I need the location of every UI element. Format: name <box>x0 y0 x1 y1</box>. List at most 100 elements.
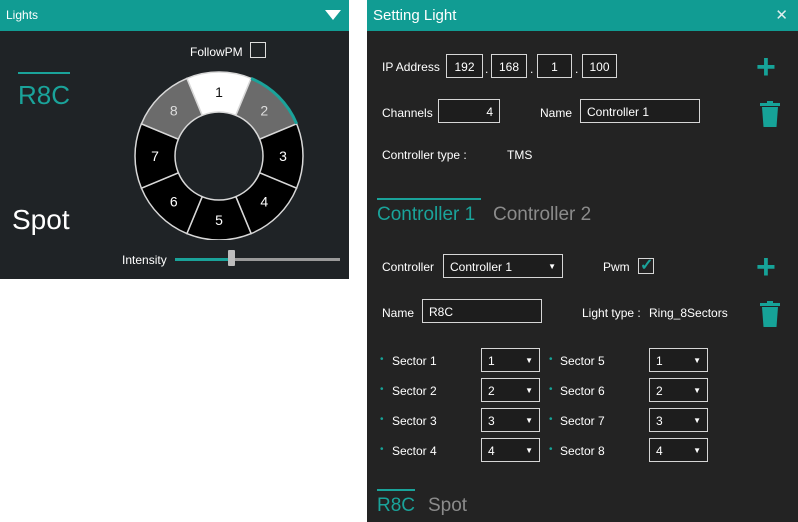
ip-octet-2[interactable]: 168 <box>491 54 527 78</box>
sector-label-7: 7 <box>151 148 159 164</box>
chevron-down-icon: ▼ <box>693 356 701 365</box>
follow-pm-checkbox[interactable] <box>250 42 266 58</box>
sector-select-value: 1 <box>488 354 495 368</box>
ip-address-label: IP Address <box>382 60 440 74</box>
sector-bullet-icon: • <box>380 414 384 425</box>
sector-bullet-icon: • <box>380 354 384 365</box>
sector-label: Sector 8 <box>560 444 605 458</box>
sector-select-value: 4 <box>488 444 495 458</box>
sector-select[interactable]: 1 ▼ <box>481 348 540 372</box>
delete-light-trash-icon[interactable] <box>760 301 780 327</box>
light-name[interactable]: R8C <box>18 80 70 111</box>
setting-light-panel: Setting Light ✕ IP Address 192 . 168 . 1… <box>367 0 798 522</box>
light-type-label: Light type : <box>582 306 641 320</box>
lights-title: Lights <box>6 8 39 22</box>
sector-label: Sector 7 <box>560 414 605 428</box>
light-name-label: Name <box>382 306 415 320</box>
tab-light-r8c[interactable]: R8C <box>377 495 415 517</box>
sector-select-value: 3 <box>488 414 495 428</box>
sector-select-value: 4 <box>656 444 663 458</box>
sector-label: Sector 6 <box>560 384 605 398</box>
chevron-down-icon: ▼ <box>693 416 701 425</box>
light-tab-underline <box>377 489 415 491</box>
setting-titlebar: Setting Light ✕ <box>367 0 798 31</box>
tab-controller-1[interactable]: Controller 1 <box>377 204 475 226</box>
sector-label-2: 2 <box>260 103 268 119</box>
light-type-value: Ring_8Sectors <box>649 306 728 320</box>
sector-ring: 1 2 3 4 5 6 7 8 <box>134 71 304 240</box>
intensity-label: Intensity <box>122 253 167 267</box>
chevron-down-icon: ▼ <box>693 446 701 455</box>
tab-controller-2[interactable]: Controller 2 <box>493 204 591 226</box>
ip-octet-3[interactable]: 1 <box>537 54 572 78</box>
controller-name-input[interactable]: Controller 1 <box>580 99 700 123</box>
sector-select[interactable]: 1 ▼ <box>649 348 708 372</box>
pwm-checkbox[interactable]: ✓ <box>638 257 654 274</box>
checkmark-icon: ✓ <box>640 257 654 274</box>
sector-bullet-icon: • <box>549 354 553 365</box>
sector-label: Sector 5 <box>560 354 605 368</box>
sector-select-value: 2 <box>656 384 663 398</box>
channels-input[interactable]: 4 <box>438 99 500 123</box>
sector-label: Sector 4 <box>392 444 437 458</box>
sector-bullet-icon: • <box>380 384 384 395</box>
light-name-input[interactable]: R8C <box>422 299 542 323</box>
pwm-label: Pwm <box>603 260 630 274</box>
controller-select[interactable]: Controller 1 ▼ <box>443 254 563 278</box>
chevron-down-icon: ▼ <box>693 386 701 395</box>
sector-bullet-icon: • <box>549 384 553 395</box>
sector-label-3: 3 <box>279 148 287 164</box>
ip-dot: . <box>575 62 579 76</box>
controller-name-label: Name <box>540 106 573 120</box>
setting-title: Setting Light <box>373 7 457 24</box>
sector-label-1: 1 <box>215 84 223 100</box>
sector-select[interactable]: 2 ▼ <box>481 378 540 402</box>
sector-select[interactable]: 2 ▼ <box>649 378 708 402</box>
lights-titlebar: Lights <box>0 0 349 31</box>
controller-type-value: TMS <box>507 148 533 162</box>
light-name-underline <box>18 72 70 74</box>
add-light-icon[interactable]: + <box>756 250 776 284</box>
sector-label: Sector 2 <box>392 384 437 398</box>
controller-select-value: Controller 1 <box>450 260 513 274</box>
sector-bullet-icon: • <box>380 444 384 455</box>
follow-pm-label: FollowPM <box>190 45 243 59</box>
sector-label-5: 5 <box>215 212 223 228</box>
sector-label-6: 6 <box>170 193 178 209</box>
sector-label: Sector 3 <box>392 414 437 428</box>
collapse-triangle-icon[interactable] <box>325 10 341 20</box>
ip-octet-4[interactable]: 100 <box>582 54 617 78</box>
close-icon[interactable]: ✕ <box>775 6 788 24</box>
light-type-label: Spot <box>12 204 70 235</box>
intensity-slider-thumb[interactable] <box>228 250 236 266</box>
ip-octet-1[interactable]: 192 <box>446 54 483 78</box>
chevron-down-icon: ▼ <box>525 446 533 455</box>
sector-bullet-icon: • <box>549 414 553 425</box>
sector-select-value: 2 <box>488 384 495 398</box>
tab-light-spot[interactable]: Spot <box>428 495 467 517</box>
controller-tab-underline <box>377 198 481 200</box>
sector-label-4: 4 <box>260 193 268 209</box>
sector-label-8: 8 <box>170 103 178 119</box>
ip-dot: . <box>485 62 489 76</box>
add-controller-icon[interactable]: + <box>756 50 776 84</box>
chevron-down-icon: ▼ <box>548 262 556 271</box>
chevron-down-icon: ▼ <box>525 416 533 425</box>
channels-label: Channels <box>382 106 433 120</box>
chevron-down-icon: ▼ <box>525 386 533 395</box>
sector-select[interactable]: 3 ▼ <box>649 408 708 432</box>
sector-select[interactable]: 3 ▼ <box>481 408 540 432</box>
lights-panel: Lights FollowPM R8C Spot 1 2 3 4 5 6 7 8 Intens… <box>0 0 349 279</box>
sector-bullet-icon: • <box>549 444 553 455</box>
sector-label: Sector 1 <box>392 354 437 368</box>
ip-dot: . <box>530 62 534 76</box>
intensity-slider-fill <box>175 258 232 261</box>
sector-select-value: 1 <box>656 354 663 368</box>
controller-select-label: Controller <box>382 260 435 274</box>
delete-controller-trash-icon[interactable] <box>760 101 780 127</box>
controller-type-label: Controller type : <box>382 148 467 162</box>
chevron-down-icon: ▼ <box>525 356 533 365</box>
sector-select[interactable]: 4 ▼ <box>649 438 708 462</box>
sector-select[interactable]: 4 ▼ <box>481 438 540 462</box>
sector-select-value: 3 <box>656 414 663 428</box>
